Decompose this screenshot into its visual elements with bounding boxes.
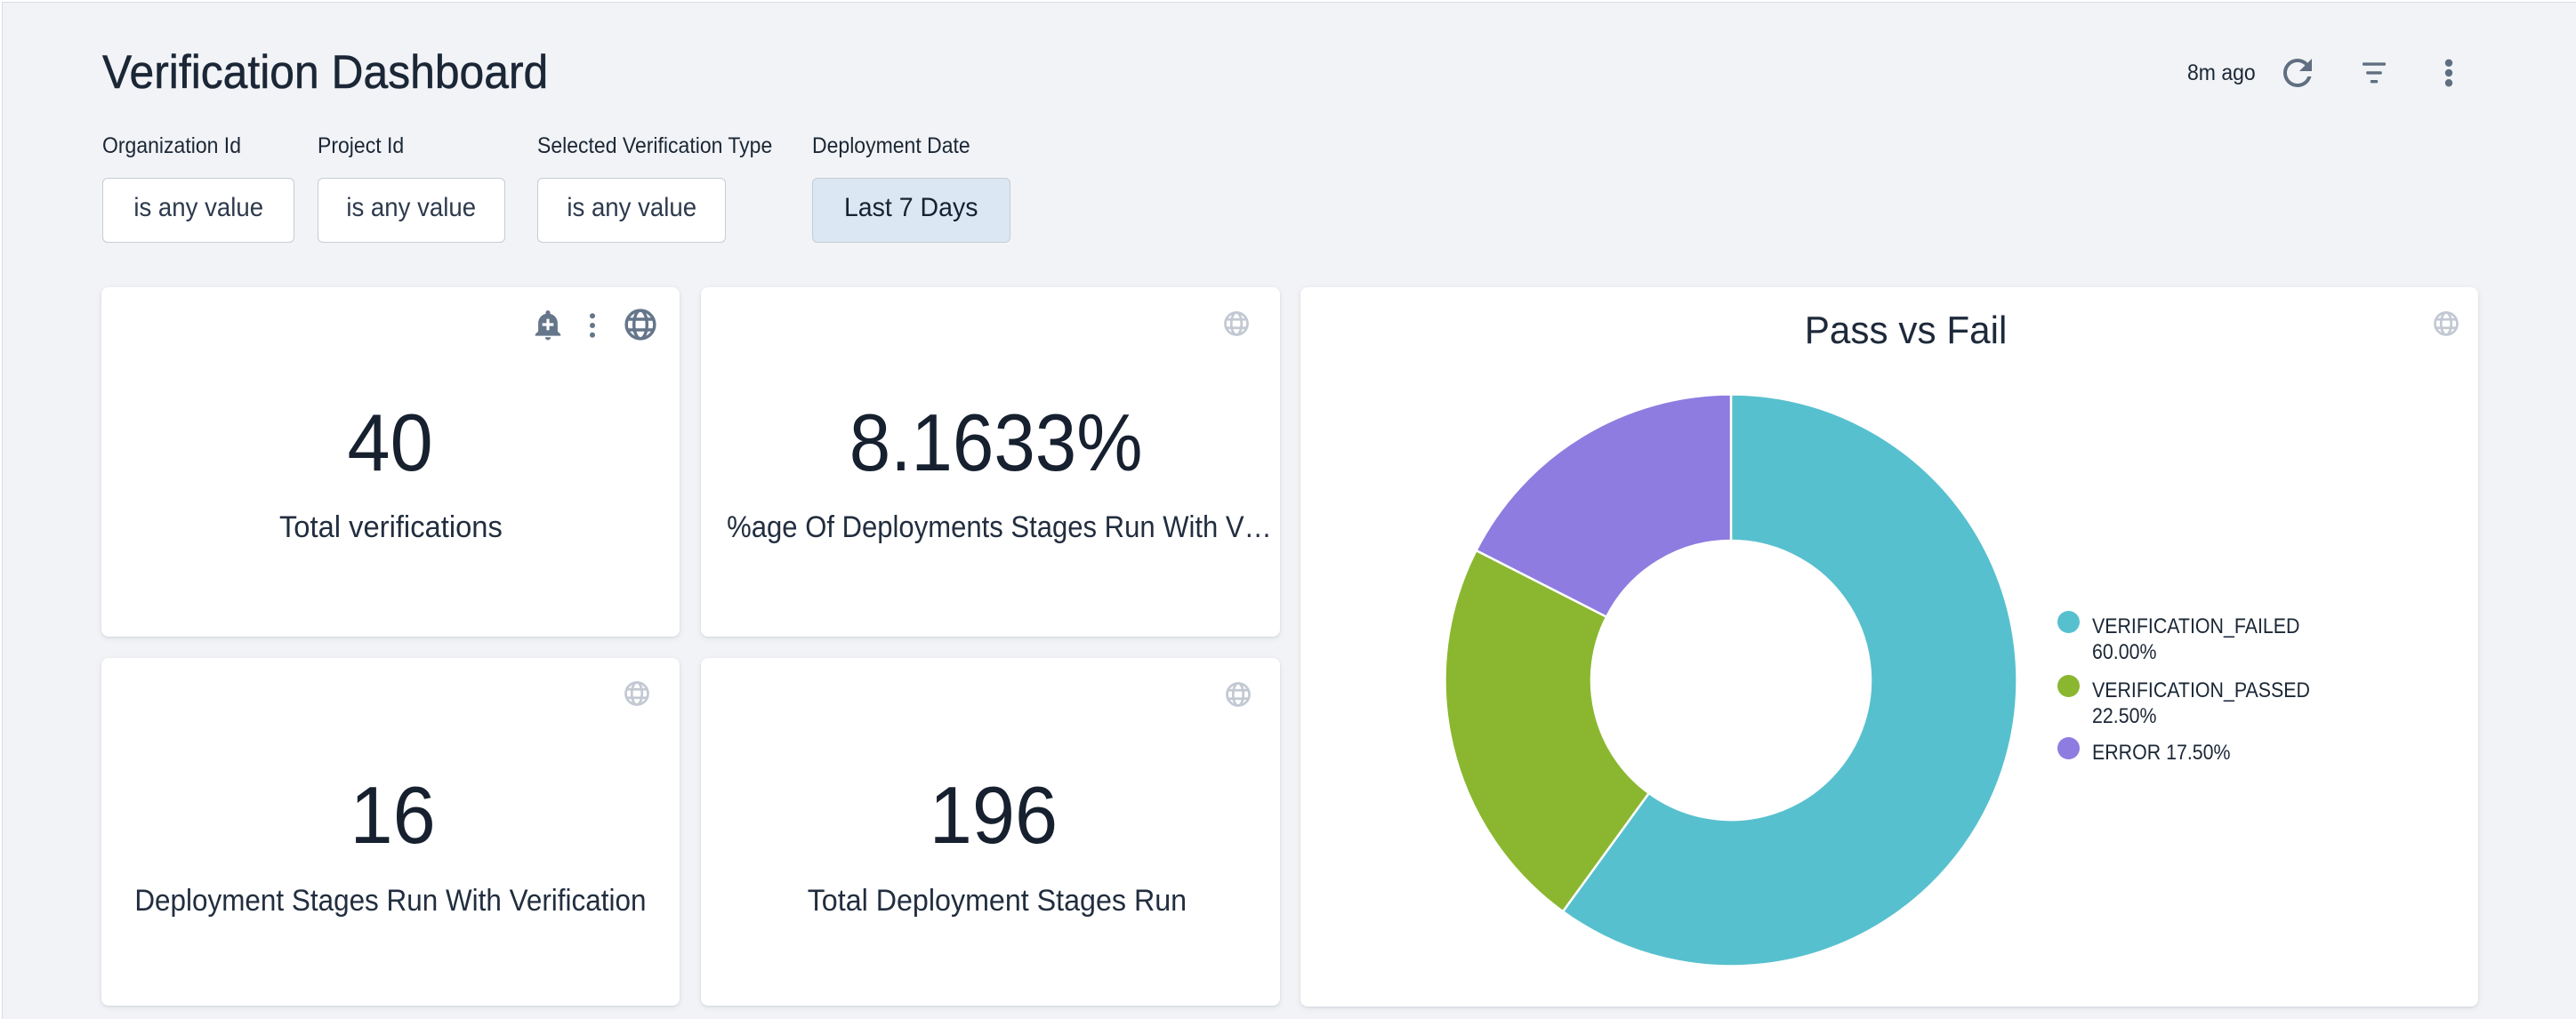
legend-series-name: VERIFICATION_PASSED xyxy=(2092,678,2310,702)
filter-project-id: Project Id is any value xyxy=(318,135,505,243)
tile-kebab-menu-icon[interactable] xyxy=(576,309,609,342)
tile-label: Total Deployment Stages Run xyxy=(707,886,1286,916)
alert-bell-icon[interactable] xyxy=(531,308,565,341)
legend-label: VERIFICATION_PASSED 22.50% xyxy=(2092,678,2338,729)
filter-value-button[interactable]: Last 7 Days xyxy=(812,178,1010,243)
globe-icon[interactable] xyxy=(624,680,650,707)
legend-series-percent: 60.00% xyxy=(2092,640,2156,664)
filter-label: Project Id xyxy=(318,135,505,157)
dashboard-page: Verification Dashboard 8m ago Organizati… xyxy=(2,2,2576,1019)
legend-label: ERROR 17.50% xyxy=(2092,740,2338,766)
tile-label: %age Of Deployments Stages Run With V… xyxy=(701,512,1280,542)
dashboard-filters-button[interactable] xyxy=(2353,47,2395,90)
tile-total-verifications[interactable]: 40 Total verifications xyxy=(101,287,680,637)
filter-list-icon xyxy=(2353,47,2395,90)
filter-label: Organization Id xyxy=(102,135,294,157)
filter-organization-id: Organization Id is any value xyxy=(102,135,294,243)
filter-value-button[interactable]: is any value xyxy=(537,178,726,243)
legend-series-percent: 17.50% xyxy=(2166,741,2230,765)
tile-value: 40 xyxy=(101,403,680,484)
filter-label: Deployment Date xyxy=(812,135,1010,157)
kebab-menu-icon xyxy=(2432,56,2466,90)
legend-series-name: VERIFICATION_FAILED xyxy=(2092,614,2299,638)
globe-icon[interactable] xyxy=(624,308,657,341)
tile-value: 196 xyxy=(704,775,1283,856)
refresh-icon xyxy=(2276,52,2319,94)
legend-series-name: ERROR xyxy=(2092,741,2161,765)
tile-stages-run-with-verification[interactable]: 16 Deployment Stages Run With Verificati… xyxy=(101,658,680,1006)
legend-dot xyxy=(2057,675,2080,697)
tile-label: Total verifications xyxy=(101,512,680,542)
tile-pct-stages-with-verification[interactable]: 8.1633% %age Of Deployments Stages Run W… xyxy=(701,287,1280,637)
tile-value: 8.1633% xyxy=(706,403,1285,484)
page-title: Verification Dashboard xyxy=(102,49,576,96)
tile-label: Deployment Stages Run With Verification xyxy=(101,886,680,916)
filter-value-button[interactable]: is any value xyxy=(102,178,294,243)
legend-series-percent: 22.50% xyxy=(2092,704,2156,728)
tile-value: 16 xyxy=(104,775,682,856)
filter-deployment-date: Deployment Date Last 7 Days xyxy=(812,135,1010,243)
legend-dot xyxy=(2057,737,2080,759)
globe-icon[interactable] xyxy=(1223,310,1250,337)
last-refresh-time: 8m ago xyxy=(2187,62,2261,84)
legend-label: VERIFICATION_FAILED 60.00% xyxy=(2092,614,2338,665)
filter-label: Selected Verification Type xyxy=(537,135,793,157)
filter-selected-verification-type: Selected Verification Type is any value xyxy=(537,135,793,243)
globe-icon[interactable] xyxy=(1225,681,1252,708)
legend-dot xyxy=(2057,611,2080,633)
tile-total-stages-run[interactable]: 196 Total Deployment Stages Run xyxy=(701,658,1280,1006)
refresh-button[interactable] xyxy=(2276,52,2319,94)
filter-value-button[interactable]: is any value xyxy=(318,178,505,243)
dashboard-more-button[interactable] xyxy=(2427,52,2470,94)
